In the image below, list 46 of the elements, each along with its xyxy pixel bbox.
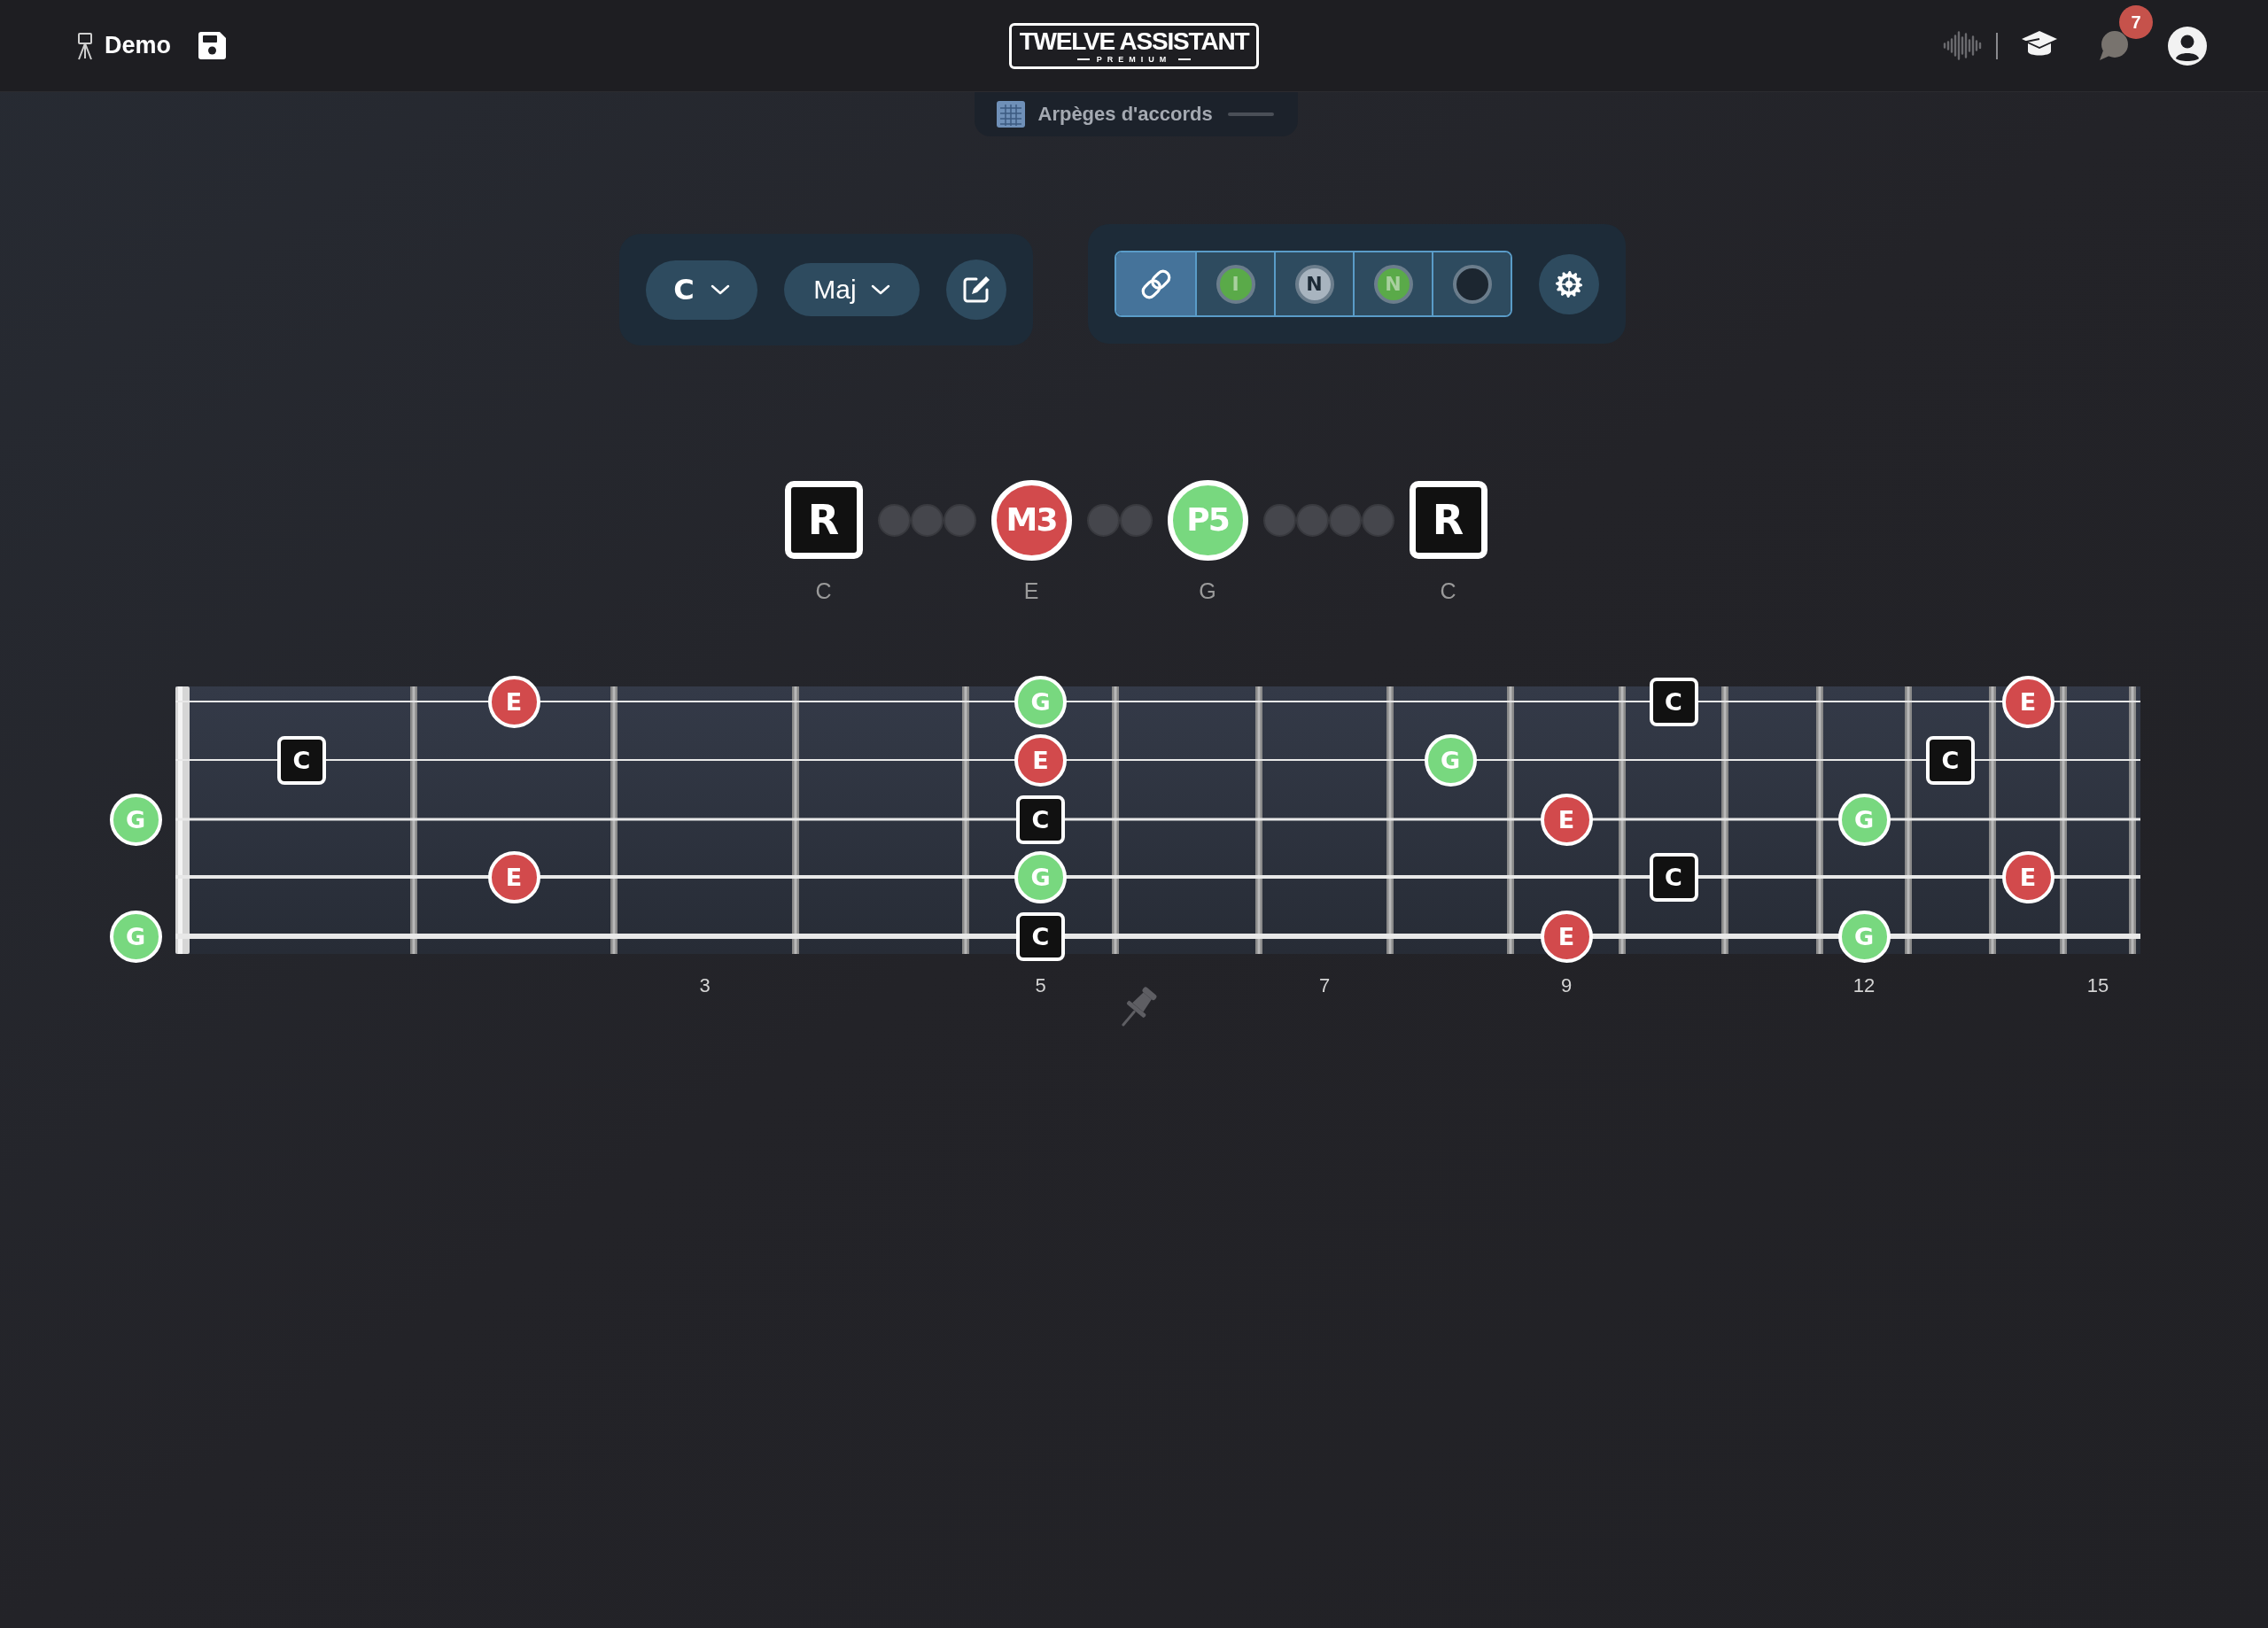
mode-indicator: N (1294, 264, 1334, 304)
note-marker: C (1649, 852, 1698, 902)
note-name: C (815, 580, 832, 602)
settings-icon (1556, 270, 1582, 298)
note-marker: C (1016, 795, 1065, 844)
edit-icon (961, 275, 991, 305)
interval-marker: P5 (1167, 479, 1248, 561)
note-name: C (1440, 580, 1456, 602)
save-icon[interactable] (198, 32, 226, 59)
fret-number: 3 (699, 976, 711, 996)
display-mode-button[interactable]: N (1274, 252, 1353, 315)
display-mode-button[interactable] (1432, 252, 1511, 315)
note-marker: C (277, 735, 326, 785)
fret-number: 9 (1560, 976, 1573, 996)
notification-badge: 7 (2119, 4, 2153, 39)
mode-indicator: N (1373, 264, 1413, 304)
project-name: Demo (105, 34, 171, 58)
note-name: E (1023, 580, 1039, 602)
waveform-icon[interactable] (1943, 31, 1982, 60)
logo-title: TWELVE ASSISTANT (1019, 28, 1249, 54)
note-marker: C (1016, 911, 1065, 961)
fret-number: 5 (1035, 976, 1046, 996)
note-marker: G (109, 910, 162, 963)
display-mode-button[interactable] (1116, 252, 1195, 315)
fret-number: 12 (1852, 976, 1876, 996)
user-avatar-icon[interactable] (2168, 26, 2207, 66)
mode-indicator: I (1216, 264, 1255, 304)
chevron-down-icon (710, 284, 730, 295)
chevron-down-icon (870, 284, 890, 295)
note-marker: C (1926, 735, 1975, 785)
interval-marker: R (1409, 481, 1487, 559)
note-name: G (1199, 580, 1216, 602)
note-marker: G (109, 793, 162, 846)
interval-marker: M3 (990, 479, 1072, 561)
fret-number: 7 (1318, 976, 1331, 996)
fret-number: 15 (2086, 976, 2109, 996)
logo-subtitle: PREMIUM (1096, 55, 1172, 64)
quality-dropdown[interactable]: Maj (784, 263, 920, 316)
root-dropdown[interactable]: C (646, 260, 757, 320)
chat-bubble-icon[interactable] (2099, 30, 2129, 61)
note-marker: C (1649, 677, 1698, 726)
easel-icon (75, 31, 95, 60)
mode-tab[interactable]: Arpèges d'accords (974, 92, 1298, 136)
dash-icon (1227, 112, 1274, 116)
interval-marker: R (784, 481, 863, 559)
table-icon (996, 101, 1025, 128)
